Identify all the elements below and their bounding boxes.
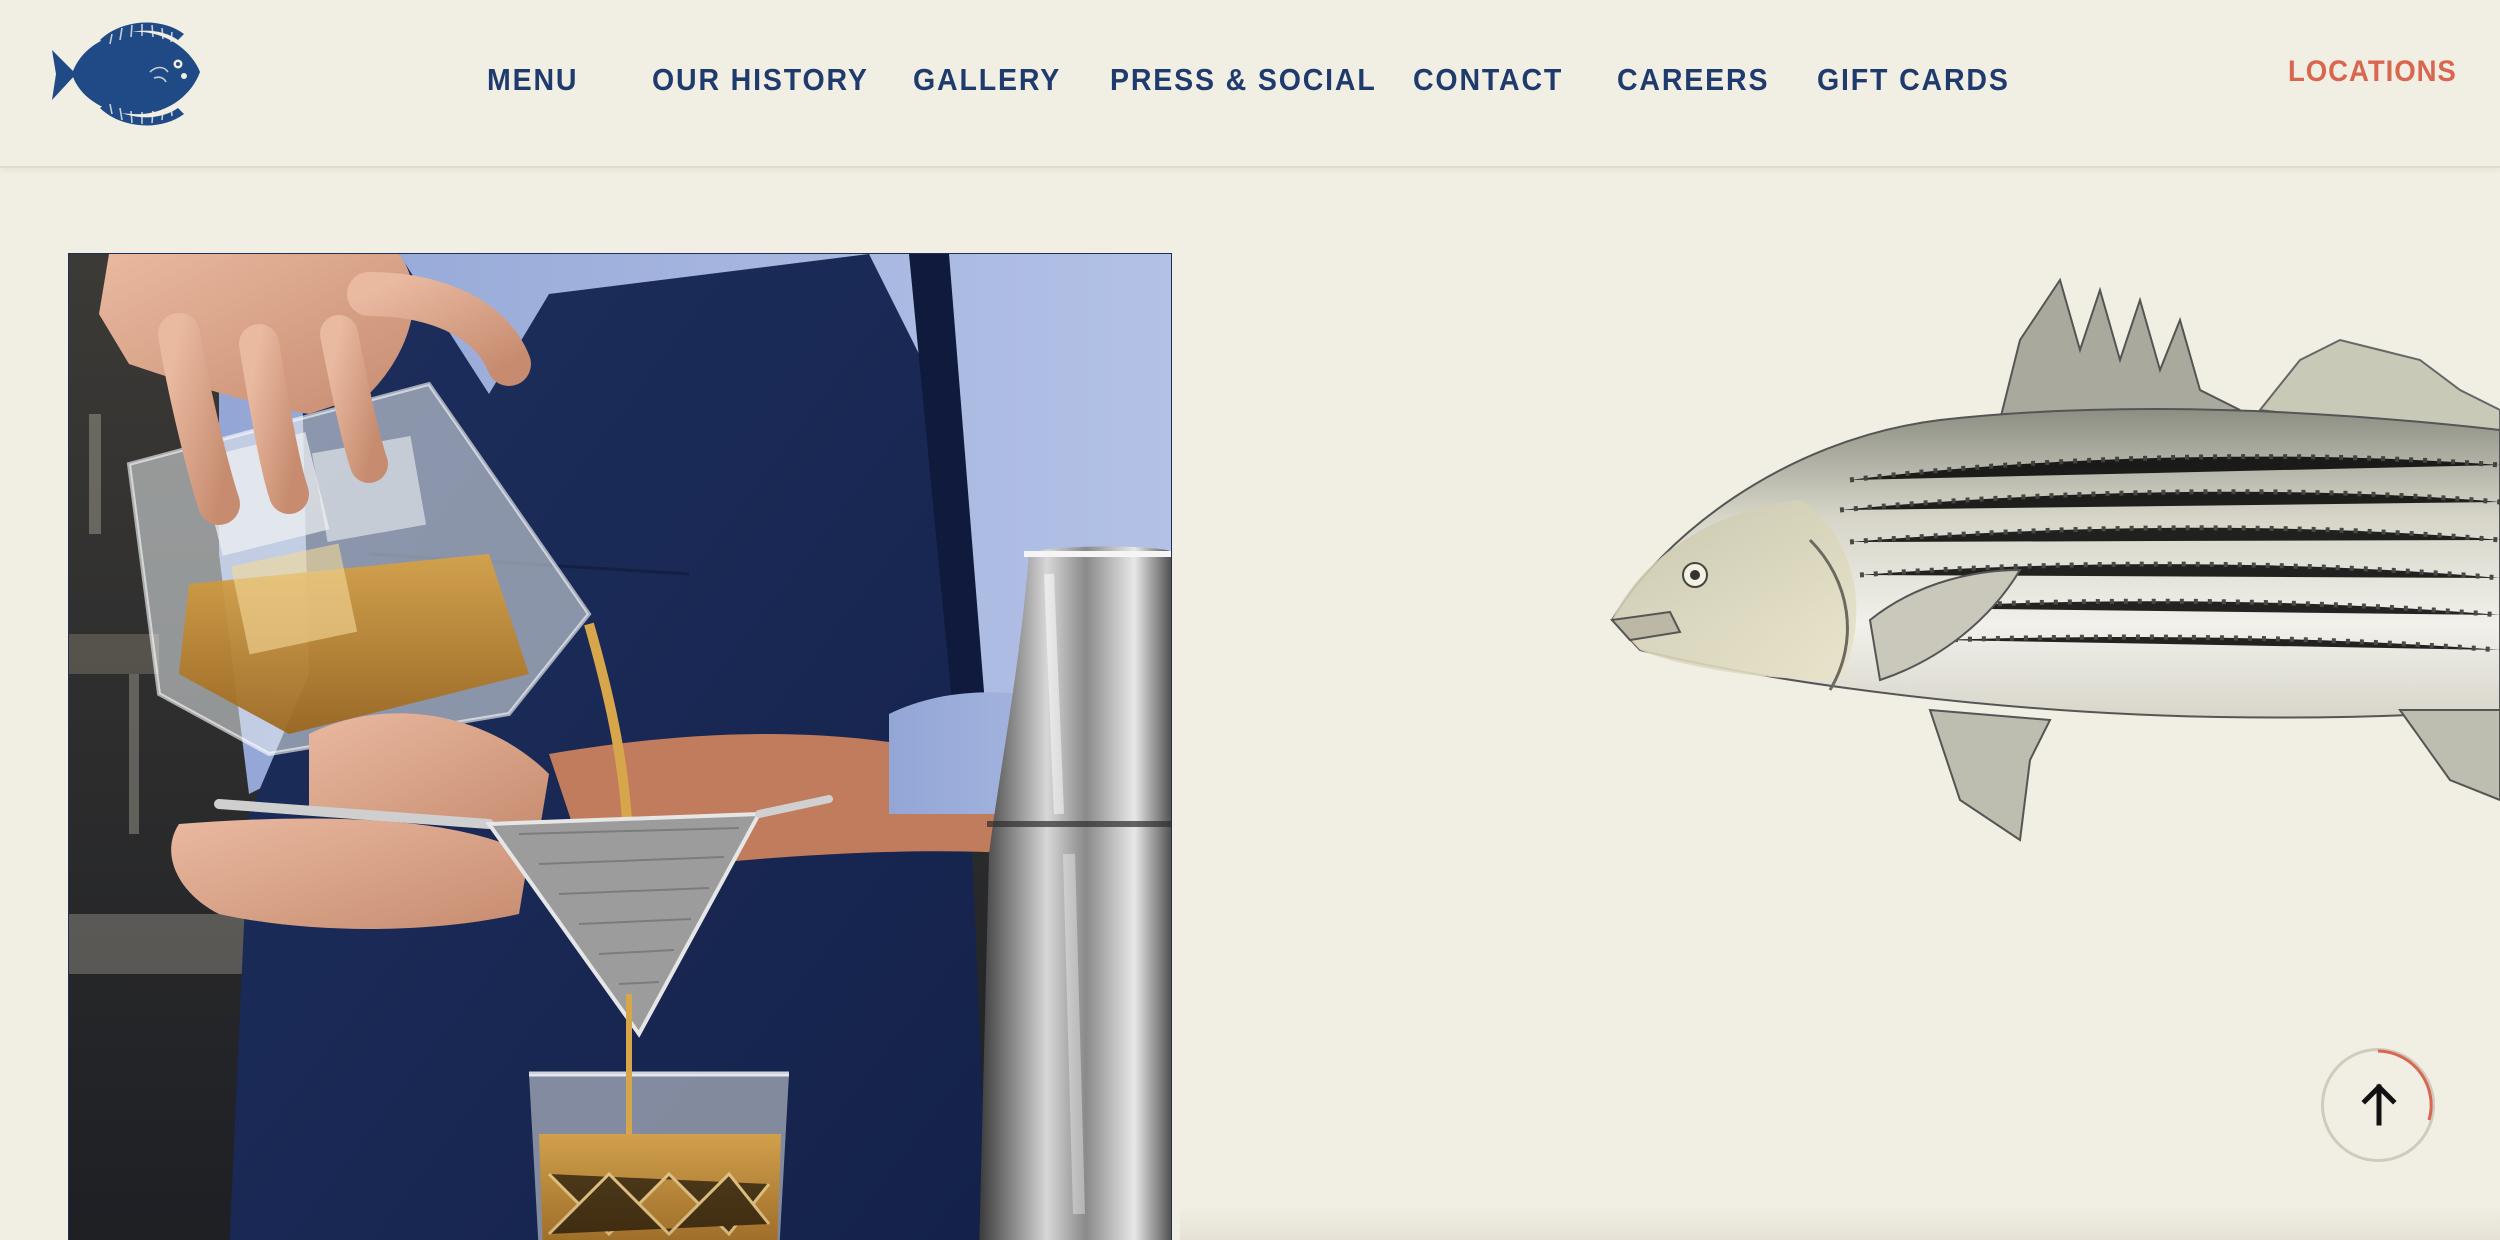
locations-link[interactable]: LOCATIONS bbox=[2288, 55, 2457, 89]
nav-gallery[interactable]: GALLERY bbox=[913, 62, 1061, 98]
arrow-up-icon bbox=[2361, 1083, 2397, 1126]
bottom-fade bbox=[1180, 1205, 2500, 1240]
nav-gift-cards[interactable]: GIFT CARDS bbox=[1817, 62, 2010, 98]
nav-contact[interactable]: CONTACT bbox=[1413, 62, 1563, 98]
page: MENU OUR HISTORY GALLERY PRESS & SOCIAL … bbox=[0, 0, 2500, 1240]
nav-careers[interactable]: CAREERS bbox=[1617, 62, 1769, 98]
striped-bass-illustration bbox=[1600, 240, 2500, 880]
nav-menu[interactable]: MENU bbox=[487, 62, 578, 98]
bartender-photo bbox=[68, 253, 1172, 1240]
back-to-top-button[interactable] bbox=[2321, 1048, 2435, 1162]
site-header: MENU OUR HISTORY GALLERY PRESS & SOCIAL … bbox=[0, 0, 2500, 168]
main-nav: MENU OUR HISTORY GALLERY PRESS & SOCIAL … bbox=[0, 0, 2500, 160]
nav-press-social[interactable]: PRESS & SOCIAL bbox=[1110, 62, 1377, 98]
nav-our-history[interactable]: OUR HISTORY bbox=[652, 62, 869, 98]
